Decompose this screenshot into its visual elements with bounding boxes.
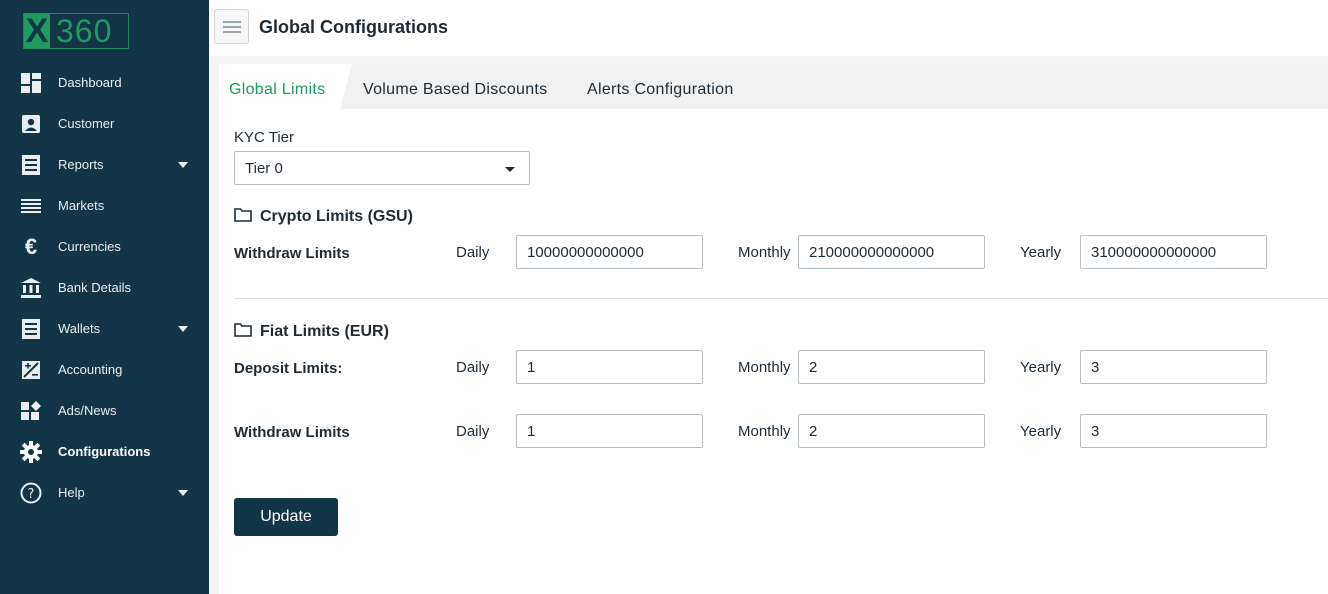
dropdown-arrow-icon (505, 167, 515, 172)
sidebar-item-wallets[interactable]: Wallets (0, 308, 209, 349)
folder-icon (234, 322, 252, 342)
sidebar-item-configurations[interactable]: Configurations (0, 431, 209, 472)
kyc-tier-selected: Tier 0 (245, 159, 283, 177)
kyc-tier-label: KYC Tier (234, 129, 295, 146)
hamburger-icon-line (222, 30, 241, 33)
crypto-withdraw-yearly-input[interactable] (1080, 235, 1267, 269)
sidebar: X 360 Dashboard Customer Reports Markets… (0, 0, 209, 594)
crypto-withdraw-monthly-input[interactable] (798, 235, 985, 269)
ads-news-icon (20, 400, 42, 422)
fiat-withdraw-daily-input[interactable] (516, 414, 703, 448)
kyc-tier-select[interactable]: Tier 0 (234, 151, 530, 185)
logo-x: X (24, 12, 50, 50)
svg-text:?: ? (28, 487, 35, 502)
chevron-down-icon[interactable] (178, 162, 188, 168)
crypto-withdraw-daily-label: Daily (456, 244, 490, 261)
help-icon: ? (20, 482, 42, 504)
fiat-limits-heading: Fiat Limits (EUR) (234, 322, 389, 342)
sidebar-item-accounting[interactable]: Accounting (0, 349, 209, 390)
reports-icon (20, 154, 42, 176)
tab-global-limits[interactable]: Global Limits (219, 64, 352, 109)
sidebar-item-reports[interactable]: Reports (0, 144, 209, 185)
fiat-withdraw-label: Withdraw Limits (234, 424, 350, 441)
wallets-icon (20, 318, 42, 340)
euro-icon: € (24, 234, 38, 259)
sidebar-item-label: Wallets (58, 321, 101, 336)
top-header: Global Configurations (209, 0, 1328, 56)
sidebar-nav: Dashboard Customer Reports Markets € Cur… (0, 62, 209, 513)
folder-icon (234, 207, 252, 227)
fiat-withdraw-yearly-label: Yearly (1020, 423, 1062, 440)
markets-icon (20, 195, 42, 217)
fiat-deposit-monthly-input[interactable] (798, 350, 985, 384)
hamburger-icon-line (222, 25, 241, 28)
fiat-limits-title: Fiat Limits (EUR) (260, 323, 389, 340)
sidebar-item-label: Accounting (58, 362, 123, 377)
crypto-withdraw-label: Withdraw Limits (234, 245, 350, 262)
sidebar-item-label: Ads/News (58, 403, 117, 418)
tab-alerts-configuration[interactable]: Alerts Configuration (587, 64, 734, 109)
sidebar-item-currencies[interactable]: € Currencies (0, 226, 209, 267)
chevron-down-icon[interactable] (178, 326, 188, 332)
fiat-deposit-label: Deposit Limits: (234, 360, 343, 377)
crypto-withdraw-yearly-label: Yearly (1020, 244, 1062, 261)
fiat-withdraw-monthly-input[interactable] (798, 414, 985, 448)
sidebar-item-label: Configurations (58, 444, 151, 459)
hamburger-icon-line (222, 20, 241, 23)
fiat-deposit-yearly-label: Yearly (1020, 359, 1062, 376)
tab-volume-based-discounts[interactable]: Volume Based Discounts (363, 64, 547, 109)
tab-bar: Global Limits Volume Based Discounts Ale… (219, 64, 1328, 109)
sidebar-item-label: Help (58, 485, 85, 500)
sidebar-item-label: Customer (58, 116, 115, 131)
gear-icon (20, 441, 42, 463)
accounting-icon (20, 359, 42, 381)
fiat-deposit-daily-label: Daily (456, 359, 490, 376)
logo-number: 360 (56, 12, 113, 49)
config-panel: Global Limits Volume Based Discounts Ale… (219, 64, 1328, 594)
crypto-limits-title: Crypto Limits (GSU) (260, 208, 413, 225)
dashboard-icon (20, 72, 42, 94)
sidebar-item-help[interactable]: ? Help (0, 472, 209, 513)
fiat-deposit-yearly-input[interactable] (1080, 350, 1267, 384)
crypto-limits-heading: Crypto Limits (GSU) (234, 207, 413, 227)
sidebar-item-customer[interactable]: Customer (0, 103, 209, 144)
sidebar-item-markets[interactable]: Markets (0, 185, 209, 226)
page-title: Global Configurations (259, 17, 448, 37)
section-divider (234, 298, 1328, 299)
update-button[interactable]: Update (234, 498, 338, 536)
sidebar-item-label: Bank Details (58, 280, 131, 295)
sidebar-item-label: Currencies (58, 239, 121, 254)
chevron-down-icon[interactable] (178, 490, 188, 496)
sidebar-item-ads-news[interactable]: Ads/News (0, 390, 209, 431)
customer-icon (20, 113, 42, 135)
fiat-deposit-monthly-label: Monthly (738, 359, 791, 376)
sidebar-item-label: Markets (58, 198, 105, 213)
sidebar-item-label: Dashboard (58, 75, 122, 90)
sidebar-item-label: Reports (58, 157, 104, 172)
crypto-withdraw-monthly-label: Monthly (738, 244, 791, 261)
logo[interactable]: X 360 (23, 13, 129, 49)
hamburger-menu-button[interactable] (214, 9, 249, 44)
crypto-withdraw-daily-input[interactable] (516, 235, 703, 269)
sidebar-item-dashboard[interactable]: Dashboard (0, 62, 209, 103)
fiat-deposit-daily-input[interactable] (516, 350, 703, 384)
sidebar-item-bank-details[interactable]: Bank Details (0, 267, 209, 308)
fiat-withdraw-yearly-input[interactable] (1080, 414, 1267, 448)
fiat-withdraw-daily-label: Daily (456, 423, 490, 440)
bank-icon (20, 277, 42, 299)
fiat-withdraw-monthly-label: Monthly (738, 423, 791, 440)
